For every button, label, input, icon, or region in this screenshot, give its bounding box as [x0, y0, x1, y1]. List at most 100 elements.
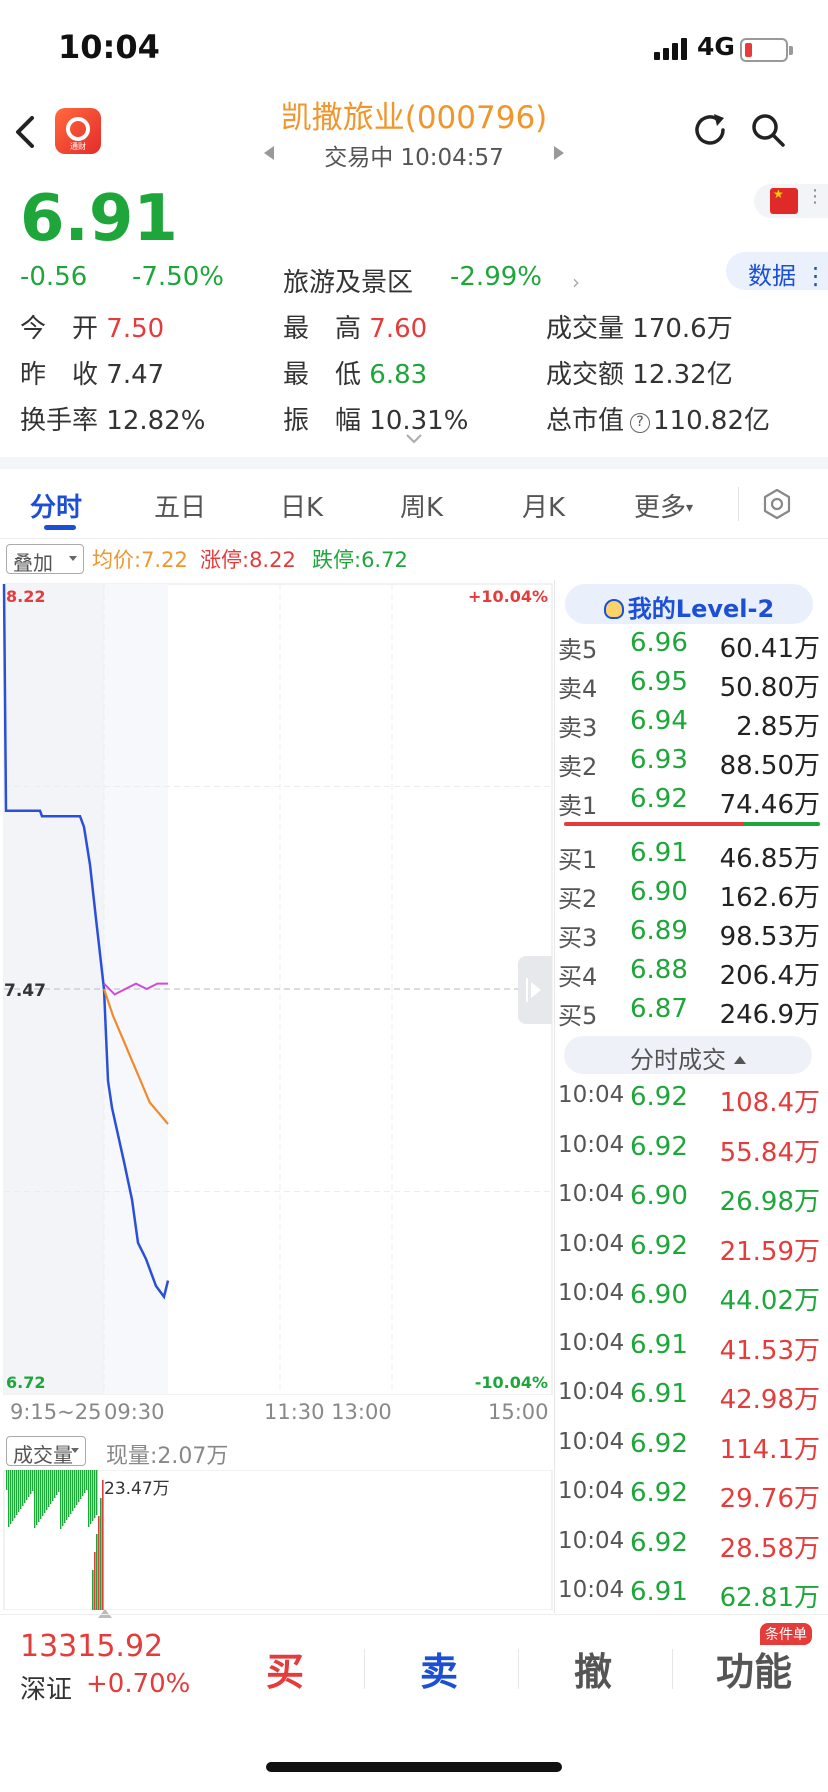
tab-more[interactable]: 更多▾: [634, 487, 693, 524]
function-button[interactable]: 功能: [716, 1641, 792, 1696]
trade-time: 10:04: [558, 1379, 625, 1405]
trade-price: 6.90: [630, 1181, 688, 1211]
trade-time: 10:04: [558, 1082, 625, 1108]
ask-row[interactable]: 卖1 6.92 74.46万: [558, 782, 820, 820]
volume-bar: [22, 1470, 24, 1506]
app-logo-text: 通财: [70, 142, 86, 151]
tab-monthly-k[interactable]: 月K: [522, 487, 565, 524]
pct-top-label: +10.04%: [468, 587, 548, 606]
level2-button[interactable]: 我的Level-2: [565, 584, 813, 624]
level-label: 卖1: [558, 792, 598, 820]
bid-row[interactable]: 买2 6.90 162.6万: [558, 875, 820, 913]
sector-change[interactable]: -2.99%: [450, 262, 542, 292]
trade-price: 6.91: [630, 1379, 688, 1409]
bid-row[interactable]: 买1 6.91 46.85万: [558, 836, 820, 874]
tab-weekly-k[interactable]: 周K: [400, 487, 443, 524]
sector-name[interactable]: 旅游及景区: [283, 262, 413, 299]
level-volume: 74.46万: [719, 790, 820, 820]
ask-row[interactable]: 卖5 6.96 60.41万: [558, 626, 820, 664]
limit-down: 跌停:6.72: [312, 548, 408, 572]
overlay-select[interactable]: 叠加: [6, 544, 84, 575]
trade-row: 10:04 6.92 114.1万: [558, 1427, 820, 1471]
order-book-split: [564, 822, 820, 826]
level-label: 买1: [558, 846, 598, 874]
index-value[interactable]: 13315.92: [20, 1629, 163, 1664]
ask-row[interactable]: 卖3 6.94 2.85万: [558, 704, 820, 742]
bid-row[interactable]: 买4 6.88 206.4万: [558, 953, 820, 991]
stock-title[interactable]: 凯撒旅业(000796): [180, 92, 648, 137]
index-change[interactable]: +0.70%: [86, 1669, 190, 1699]
back-icon[interactable]: [8, 110, 44, 154]
level-price: 6.95: [630, 667, 688, 697]
volume-bar: [102, 1480, 104, 1610]
trade-time: 10:04: [558, 1280, 625, 1306]
price-change: -0.56: [20, 262, 88, 292]
trade-row: 10:04 6.91 41.53万: [558, 1328, 820, 1372]
current-volume: 现量:2.07万: [106, 1444, 229, 1469]
tab-intraday[interactable]: 分时: [30, 487, 82, 524]
tab-daily-k[interactable]: 日K: [280, 487, 323, 524]
index-name[interactable]: 深证: [20, 1669, 72, 1706]
trade-volume: 29.76万: [719, 1484, 820, 1514]
home-indicator: [266, 1762, 562, 1772]
trading-status: 交易中 10:04:57: [324, 145, 504, 171]
volume-bar: [48, 1470, 50, 1507]
volume-chart[interactable]: 23.47万: [0, 1469, 555, 1611]
stat-label: 昨 收: [20, 360, 99, 390]
cancel-button[interactable]: 撤: [574, 1641, 612, 1696]
stat-value: 7.60: [369, 314, 428, 344]
gear-icon[interactable]: [760, 487, 794, 521]
search-icon[interactable]: [748, 110, 788, 150]
level-label: 买3: [558, 924, 598, 952]
ask-row[interactable]: 卖2 6.93 88.50万: [558, 743, 820, 781]
volume-bar: [42, 1470, 44, 1516]
stat-label: 最 低: [283, 360, 362, 390]
action-separator: [364, 1649, 365, 1689]
data-button[interactable]: 数据 ⋮: [726, 252, 828, 290]
app-logo[interactable]: 通财: [55, 108, 101, 154]
volume-bar: [8, 1470, 10, 1527]
help-icon[interactable]: ?: [630, 413, 651, 433]
volume-bar: [24, 1470, 26, 1503]
level-price: 6.94: [630, 706, 688, 736]
volume-bar: [50, 1470, 52, 1504]
trades-toggle[interactable]: 分时成交: [564, 1036, 812, 1074]
buy-button[interactable]: 买: [266, 1641, 304, 1696]
volume-bar: [10, 1470, 12, 1524]
volume-select[interactable]: 成交量: [6, 1436, 86, 1467]
trade-time: 10:04: [558, 1230, 625, 1257]
collapse-panel-handle[interactable]: [518, 956, 552, 1024]
sell-button[interactable]: 卖: [420, 1641, 458, 1696]
expand-chevron-icon[interactable]: [404, 432, 424, 446]
level-volume: 50.80万: [719, 673, 820, 703]
status-time: 10:04: [58, 28, 160, 66]
ask-row[interactable]: 卖4 6.95 50.80万: [558, 665, 820, 703]
y-mid-label: 7.47: [4, 981, 46, 1001]
level-price: 6.90: [630, 877, 688, 907]
volume-bar: [60, 1470, 62, 1529]
conditional-order-badge: 条件单: [760, 1623, 812, 1645]
level-volume: 162.6万: [719, 883, 820, 913]
trade-time: 10:04: [558, 1329, 625, 1356]
volume-bar: [16, 1470, 18, 1515]
trade-time: 10:04: [558, 1527, 625, 1554]
tab-more-label: 更多: [634, 493, 687, 523]
market-flag[interactable]: ★ ⋮: [754, 184, 828, 218]
x-tick: 11:30 13:00: [264, 1400, 392, 1424]
chevron-right-icon[interactable]: ›: [572, 270, 580, 294]
next-stock-icon[interactable]: [554, 146, 564, 160]
tab-five-day[interactable]: 五日: [154, 487, 206, 524]
intraday-chart[interactable]: 8.22 +10.04% 7.47 6.72 -10.04%: [0, 580, 555, 1395]
prev-stock-icon[interactable]: [264, 146, 274, 160]
level-label: 卖2: [558, 753, 598, 781]
caret-down-icon: ▾: [686, 500, 694, 516]
level-label: 买5: [558, 1002, 598, 1030]
bid-row[interactable]: 买5 6.87 246.9万: [558, 992, 820, 1030]
bid-row[interactable]: 买3 6.89 98.53万: [558, 914, 820, 952]
caret-down-icon: [69, 556, 77, 561]
tab-active-indicator: [44, 525, 76, 530]
refresh-icon[interactable]: [690, 110, 730, 150]
volume-bar: [32, 1470, 34, 1491]
volume-bar: [100, 1498, 102, 1610]
y-top-label: 8.22: [6, 587, 45, 606]
